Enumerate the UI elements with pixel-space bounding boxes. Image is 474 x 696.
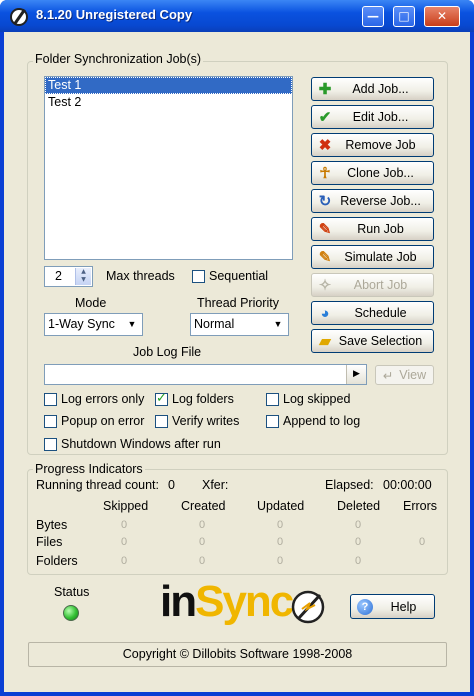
save-selection-button[interactable]: ▰ Save Selection [311,329,434,353]
row-label: Files [36,535,63,549]
browse-arrow-icon[interactable]: ▶ [346,365,366,384]
run-job-button[interactable]: ✎ Run Job [311,217,434,241]
close-button[interactable]: ✕ [424,6,460,27]
schedule-button[interactable]: ◕ Schedule [311,301,434,325]
popup-on-error-label: Popup on error [61,414,145,428]
running-thread-count-value: 0 [168,478,175,492]
minimize-button[interactable]: — [362,6,384,27]
person-icon: ☥ [319,165,331,182]
progress-cell: 0 [355,536,362,548]
running-thread-count-label: Running thread count: [36,478,160,492]
verify-writes-label: Verify writes [172,414,240,428]
edit-job-button[interactable]: ✔ Edit Job... [311,105,434,129]
progress-cell: 0 [277,519,284,531]
thread-priority-select[interactable]: Normal ▼ [190,313,289,336]
progress-cell: 0 [277,555,284,567]
sequential-label: Sequential [209,269,269,283]
shutdown-windows-checkbox[interactable] [44,438,57,451]
progress-cell: 0 [419,536,426,548]
reverse-job-button[interactable]: ↻ Reverse Job... [311,189,434,213]
progress-cell: 0 [355,519,362,531]
globe-icon: ◕ [320,304,330,322]
log-folders-label: Log folders [172,392,234,406]
append-to-log-label: Append to log [283,414,361,428]
window-title: 8.1.20 Unregistered Copy [36,7,193,22]
job-log-file-input[interactable]: ▶ [44,364,367,385]
remove-job-button[interactable]: ✖ Remove Job [311,133,434,157]
log-errors-only-checkbox[interactable] [44,393,57,406]
progress-cell: 0 [121,555,128,567]
help-icon: ? [357,598,373,615]
log-folders-checkbox[interactable] [155,391,168,406]
row-label: Folders [36,554,78,568]
append-to-log-checkbox[interactable] [266,415,279,428]
chevron-down-icon[interactable]: ▼ [269,315,287,334]
abort-icon: ✧ [318,277,332,294]
title-bar[interactable]: 8.1.20 Unregistered Copy — □ ✕ [0,0,474,32]
log-skipped-label: Log skipped [283,392,351,406]
mode-label: Mode [75,296,107,310]
insync-logo: inSync [160,577,294,626]
progress-cell: 0 [355,555,362,567]
mode-select[interactable]: 1-Way Sync ▼ [44,313,143,336]
column-header: Created [181,499,226,513]
progress-cell: 0 [121,536,128,548]
simulate-job-button[interactable]: ✎ Simulate Job [311,245,434,269]
clone-job-button[interactable]: ☥ Clone Job... [311,161,434,185]
xfer-label: Xfer: [202,478,229,492]
plus-icon: ✚ [318,81,332,98]
thread-priority-label: Thread Priority [197,296,279,310]
help-button[interactable]: ? Help [350,594,435,619]
row-label: Bytes [36,518,68,532]
status-label: Status [54,585,90,599]
view-button[interactable]: ↵ View [375,365,434,385]
sequential-checkbox[interactable] [192,270,205,283]
pen-icon: ✎ [318,249,332,266]
chevron-down-icon[interactable]: ▼ [123,315,141,334]
column-header: Updated [257,499,305,513]
log-errors-only-label: Log errors only [61,392,145,406]
reverse-arrow-icon: ↻ [318,193,332,210]
column-header: Skipped [103,499,149,513]
progress-cell: 0 [199,536,206,548]
verify-writes-checkbox[interactable] [155,415,168,428]
pen-icon: ✎ [318,221,332,238]
progress-group-label: Progress Indicators [33,462,145,476]
jobs-listbox[interactable]: Test 1 Test 2 [44,76,293,260]
logo-icon [291,590,325,624]
checkmark-icon: ✔ [318,109,332,126]
x-icon: ✖ [318,137,332,154]
maximize-button[interactable]: □ [393,6,415,27]
job-list-item[interactable]: Test 2 [45,94,292,111]
elapsed-label: Elapsed: [325,478,374,492]
view-icon: ↵ [382,368,394,383]
copyright-footer: Copyright © Dillobits Software 1998-2008 [28,642,447,667]
elapsed-value: 00:00:00 [383,478,432,492]
progress-cell: 0 [199,519,206,531]
status-led-icon [63,605,79,621]
folder-icon: ▰ [319,333,331,350]
add-job-button[interactable]: ✚ Add Job... [311,77,434,101]
progress-cell: 0 [277,536,284,548]
popup-on-error-checkbox[interactable] [44,415,57,428]
max-threads-label: Max threads [106,269,175,283]
column-header: Deleted [337,499,381,513]
job-list-item[interactable]: Test 1 [45,77,292,94]
jobs-group-label: Folder Synchronization Job(s) [33,52,204,66]
max-threads-spinner[interactable]: 2 ▲ ▼ [44,266,93,287]
abort-job-button[interactable]: ✧ Abort Job [311,273,434,297]
job-log-file-label: Job Log File [133,345,202,359]
shutdown-windows-label: Shutdown Windows after run [61,437,221,451]
column-header: Errors [403,499,438,513]
log-skipped-checkbox[interactable] [266,393,279,406]
progress-cell: 0 [199,555,206,567]
progress-cell: 0 [121,519,128,531]
spinner-arrows[interactable]: ▲ ▼ [75,268,91,285]
app-icon[interactable] [10,8,28,26]
